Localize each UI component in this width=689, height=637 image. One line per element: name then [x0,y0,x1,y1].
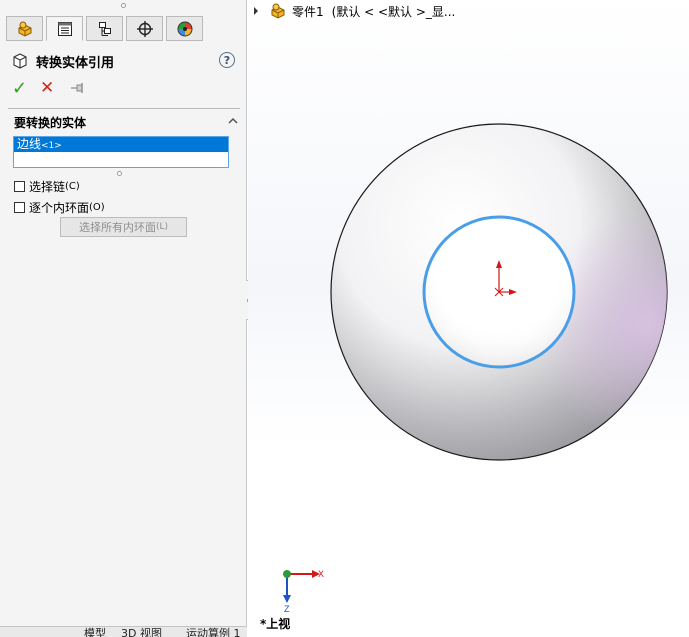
feature-manager-icon [18,21,31,37]
ok-button[interactable]: ✓ [12,78,34,99]
group-box-header[interactable]: 要转换的实体 [14,114,240,132]
group-divider [8,108,240,109]
triad-x-label: X [318,569,324,579]
graphics-area[interactable]: X Z 零件1 (默认 < <默认 >_显... *上视 [248,0,689,636]
select-chain-accel: (C) [65,180,80,192]
select-all-inner-loops-button[interactable]: 选择所有内环面 (L) [60,217,187,237]
model-view[interactable]: X Z [248,0,689,636]
configuration-name: (默认 < <默认 >_显... [331,4,456,19]
panel-resize-grip[interactable] [121,3,126,8]
display-manager-icon [177,21,192,36]
inner-loops-label: 逐个内环面 [29,200,90,215]
select-chain-checkbox[interactable] [14,180,25,192]
page-title: 转换实体引用 [36,55,115,71]
chevron-up-icon[interactable] [228,116,238,126]
help-icon[interactable]: ? [219,52,235,68]
cancel-button[interactable]: ✕ [40,78,64,98]
tab-property-manager[interactable] [46,16,83,41]
select-chain-option[interactable]: 选择链 (C) [14,178,80,194]
triad-z-label: Z [284,604,290,614]
select-chain-label: 选择链 [29,179,66,194]
tab-configuration-manager[interactable] [86,16,123,41]
part-name: 零件1 [292,4,324,19]
select-all-inner-accel: (L) [155,222,169,232]
convert-entities-icon [13,53,27,69]
property-manager-header: 转换实体引用 ? [12,50,237,72]
inner-loops-option[interactable]: 逐个内环面 (O) [14,199,105,215]
entities-selection-list[interactable]: 边线<1> [13,136,229,168]
manager-tab-strip [6,16,206,42]
group-title: 要转换的实体 [14,116,87,130]
configuration-manager-icon [98,21,111,36]
property-manager-icon [57,21,72,36]
tab-dimxpert-manager[interactable] [126,16,163,41]
list-item[interactable]: 边线<1> [14,137,228,152]
dimxpert-manager-icon [136,20,153,37]
pushpin-button[interactable] [70,81,90,95]
selection-item-label: 边线 [17,137,42,151]
select-all-inner-label: 选择所有内环面 [78,221,156,234]
bottom-tab-bar: 模型 3D 视图 运动算例 1 [0,626,247,637]
action-buttons: ✓ ✕ [12,78,90,99]
selection-item-count: <1> [41,141,62,151]
part-icon [271,3,285,19]
property-manager-panel: 转换实体引用 ? ✓ ✕ 要转换的实体 边线<1> 选择链 (C) 逐个内环面 (O… [0,0,247,637]
inner-loops-accel: (O) [89,201,105,213]
pushpin-icon [71,83,83,93]
feature-tree-flyout[interactable]: 零件1 (默认 < <默认 >_显... [254,2,455,20]
expand-arrow-icon[interactable] [254,7,258,15]
list-resize-grip[interactable] [117,171,122,176]
inner-loops-checkbox[interactable] [14,201,25,213]
tab-display-manager[interactable] [166,16,203,41]
view-orientation-label: *上视 [260,617,291,631]
tab-feature-manager[interactable] [6,16,43,41]
